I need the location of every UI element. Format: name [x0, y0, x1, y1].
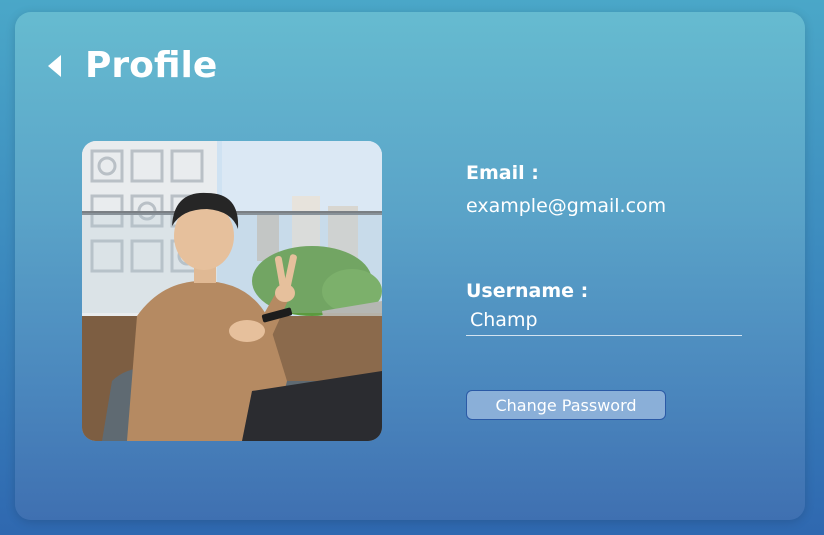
email-section: Email : example@gmail.com — [466, 162, 766, 217]
profile-card: Profile Email: example@gmail.com Userna… — [15, 12, 805, 520]
username-input[interactable] — [466, 306, 742, 336]
email-label: Email : — [466, 162, 539, 184]
caret-left-icon[interactable] — [45, 51, 67, 81]
change-password-button[interactable]: Change Password — [466, 390, 666, 420]
page-header: Profile — [45, 48, 217, 84]
username-section: Username : — [466, 280, 742, 336]
page-title: Profile — [85, 45, 218, 86]
email-value: example@gmail.com — [466, 194, 667, 217]
username-label: Username : — [466, 280, 589, 302]
profile-photo — [82, 141, 382, 441]
